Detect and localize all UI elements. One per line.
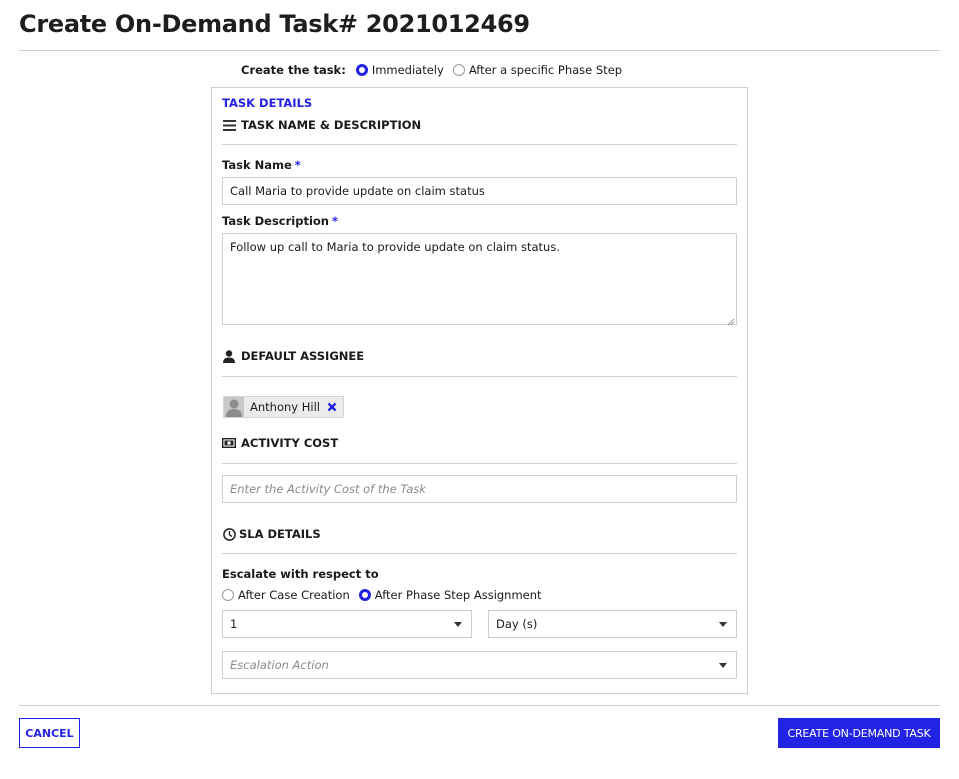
radio-label: After Case Creation [238,588,350,602]
chevron-down-icon[interactable] [719,622,727,627]
task-description-text: Follow up call to Maria to provide updat… [230,240,560,254]
create-timing-label: Create the task: [241,63,346,77]
radio-button[interactable] [452,64,465,76]
create-on-demand-task-button[interactable]: CREATE ON-DEMAND TASK [778,718,940,748]
user-avatar-icon [224,397,244,417]
radio-after-phase-step-assignment[interactable]: After Phase Step Assignment [358,588,542,602]
radio-immediately[interactable]: Immediately [355,63,444,77]
radio-label: After Phase Step Assignment [374,588,542,602]
task-description-textarea[interactable]: Follow up call to Maria to provide updat… [222,233,737,326]
section-heading-text: DEFAULT ASSIGNEE [241,349,365,363]
close-icon[interactable] [325,400,339,414]
task-name-label: Task Name * [222,158,301,172]
header-divider [19,50,940,51]
clock-icon [222,527,236,541]
radio-button[interactable] [222,589,234,601]
duration-unit-select[interactable]: Day (s) [488,610,737,638]
radio-label: After a specific Phase Step [468,63,623,77]
task-description-label: Task Description * [222,214,339,228]
section-heading-text: TASK NAME & DESCRIPTION [241,118,422,132]
panel-title: TASK DETAILS [222,96,313,110]
escalation-action-select[interactable]: Escalation Action [222,651,737,679]
section-divider [222,463,737,464]
section-divider [222,144,737,145]
cancel-button[interactable]: CANCEL [19,718,80,748]
select-placeholder: Escalation Action [230,658,329,672]
resize-handle-icon[interactable] [727,315,735,326]
section-heading-task-name-description: TASK NAME & DESCRIPTION [222,118,737,132]
section-heading-text: SLA DETAILS [239,527,321,541]
task-details-panel: TASK DETAILS TASK NAME & DESCRIPTION Tas… [211,87,748,694]
select-value: 1 [230,617,238,631]
radio-button-checked[interactable] [355,64,368,76]
page-title: Create On-Demand Task# 2021012469 [19,10,530,38]
task-name-input[interactable]: Call Maria to provide update on claim st… [222,177,737,205]
user-icon [222,349,236,363]
radio-button-checked[interactable] [358,589,371,601]
section-heading-activity-cost: ACTIVITY COST [222,436,737,450]
money-icon [222,436,236,450]
list-icon [222,118,236,132]
escalate-label: Escalate with respect to [222,567,379,581]
required-marker: * [294,158,301,172]
section-divider [222,553,737,554]
create-timing-row: Create the task: Immediately After a spe… [241,62,631,78]
escalate-radio-group: After Case Creation After Phase Step Ass… [222,587,551,603]
radio-after-case-creation[interactable]: After Case Creation [222,588,350,602]
assignee-chip[interactable]: Anthony Hill [223,396,344,418]
duration-value-select[interactable]: 1 [222,610,472,638]
required-marker: * [332,214,339,228]
section-heading-text: ACTIVITY COST [241,436,339,450]
section-heading-default-assignee: DEFAULT ASSIGNEE [222,349,737,363]
chevron-down-icon[interactable] [719,663,727,668]
section-divider [222,376,737,377]
select-value: Day (s) [496,617,538,631]
section-heading-sla-details: SLA DETAILS [222,527,737,541]
chevron-down-icon[interactable] [454,622,462,627]
radio-label: Immediately [371,63,444,77]
footer-divider [19,705,940,706]
radio-after-phase-step[interactable]: After a specific Phase Step [452,63,623,77]
activity-cost-input[interactable]: Enter the Activity Cost of the Task [222,475,737,503]
assignee-name: Anthony Hill [250,400,320,414]
